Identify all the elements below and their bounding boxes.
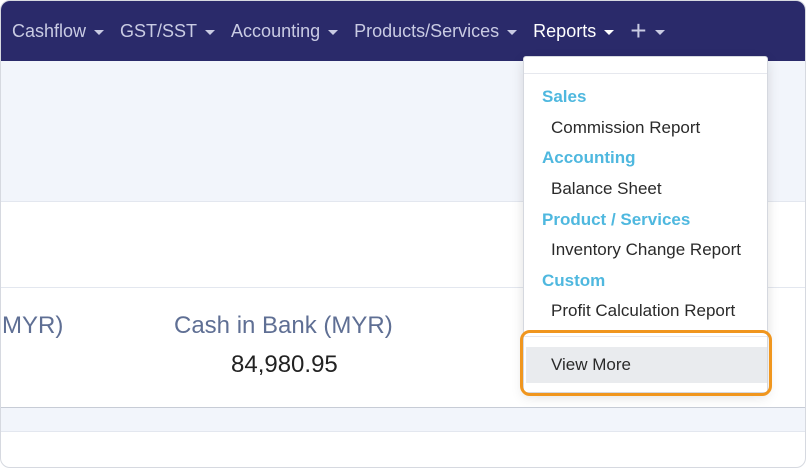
menu-heading-sales: Sales [542,87,587,106]
nav-gst-sst-label: GST/SST [120,20,198,41]
reports-dropdown-menu: Sales Commission Report Accounting Balan… [523,56,768,393]
chevron-down-icon [654,29,665,35]
top-navbar: Cashflow GST/SST Accounting Products/Ser… [1,1,805,61]
view-more-label: View More [551,355,631,374]
menu-item-balance-sheet[interactable]: Balance Sheet [551,179,662,199]
nav-accounting[interactable]: Accounting [231,20,339,42]
menu-heading-product-services: Product / Services [542,210,691,229]
chevron-down-icon [205,29,216,35]
menu-divider [524,73,767,74]
view-more-button[interactable]: View More [526,347,767,383]
chevron-down-icon [507,29,518,35]
nav-reports[interactable]: Reports [533,20,615,42]
nav-cashflow-label: Cashflow [12,20,87,41]
cash-in-bank-label: Cash in Bank (MYR) [174,312,393,339]
nav-reports-label: Reports [533,20,597,41]
plus-icon: + [630,15,647,46]
nav-add[interactable]: + [630,15,665,46]
chevron-down-icon [328,29,339,35]
footer-strip [1,408,805,432]
menu-item-commission-report[interactable]: Commission Report [551,118,700,138]
menu-item-inventory-change-report[interactable]: Inventory Change Report [551,240,741,260]
menu-divider [524,336,767,337]
menu-item-profit-calculation-report[interactable]: Profit Calculation Report [551,301,735,321]
chevron-down-icon [604,29,615,35]
nav-cashflow[interactable]: Cashflow [12,20,105,42]
stat-label-partial: MYR) [2,312,64,339]
app-window: Cashflow GST/SST Accounting Products/Ser… [0,0,806,468]
nav-products-services-label: Products/Services [354,20,500,41]
nav-products-services[interactable]: Products/Services [354,20,518,42]
chevron-down-icon [94,29,105,35]
menu-heading-custom: Custom [542,271,606,290]
menu-heading-accounting: Accounting [542,148,636,167]
nav-gst-sst[interactable]: GST/SST [120,20,216,42]
cash-in-bank-value: 84,980.95 [231,351,338,378]
nav-accounting-label: Accounting [231,20,321,41]
